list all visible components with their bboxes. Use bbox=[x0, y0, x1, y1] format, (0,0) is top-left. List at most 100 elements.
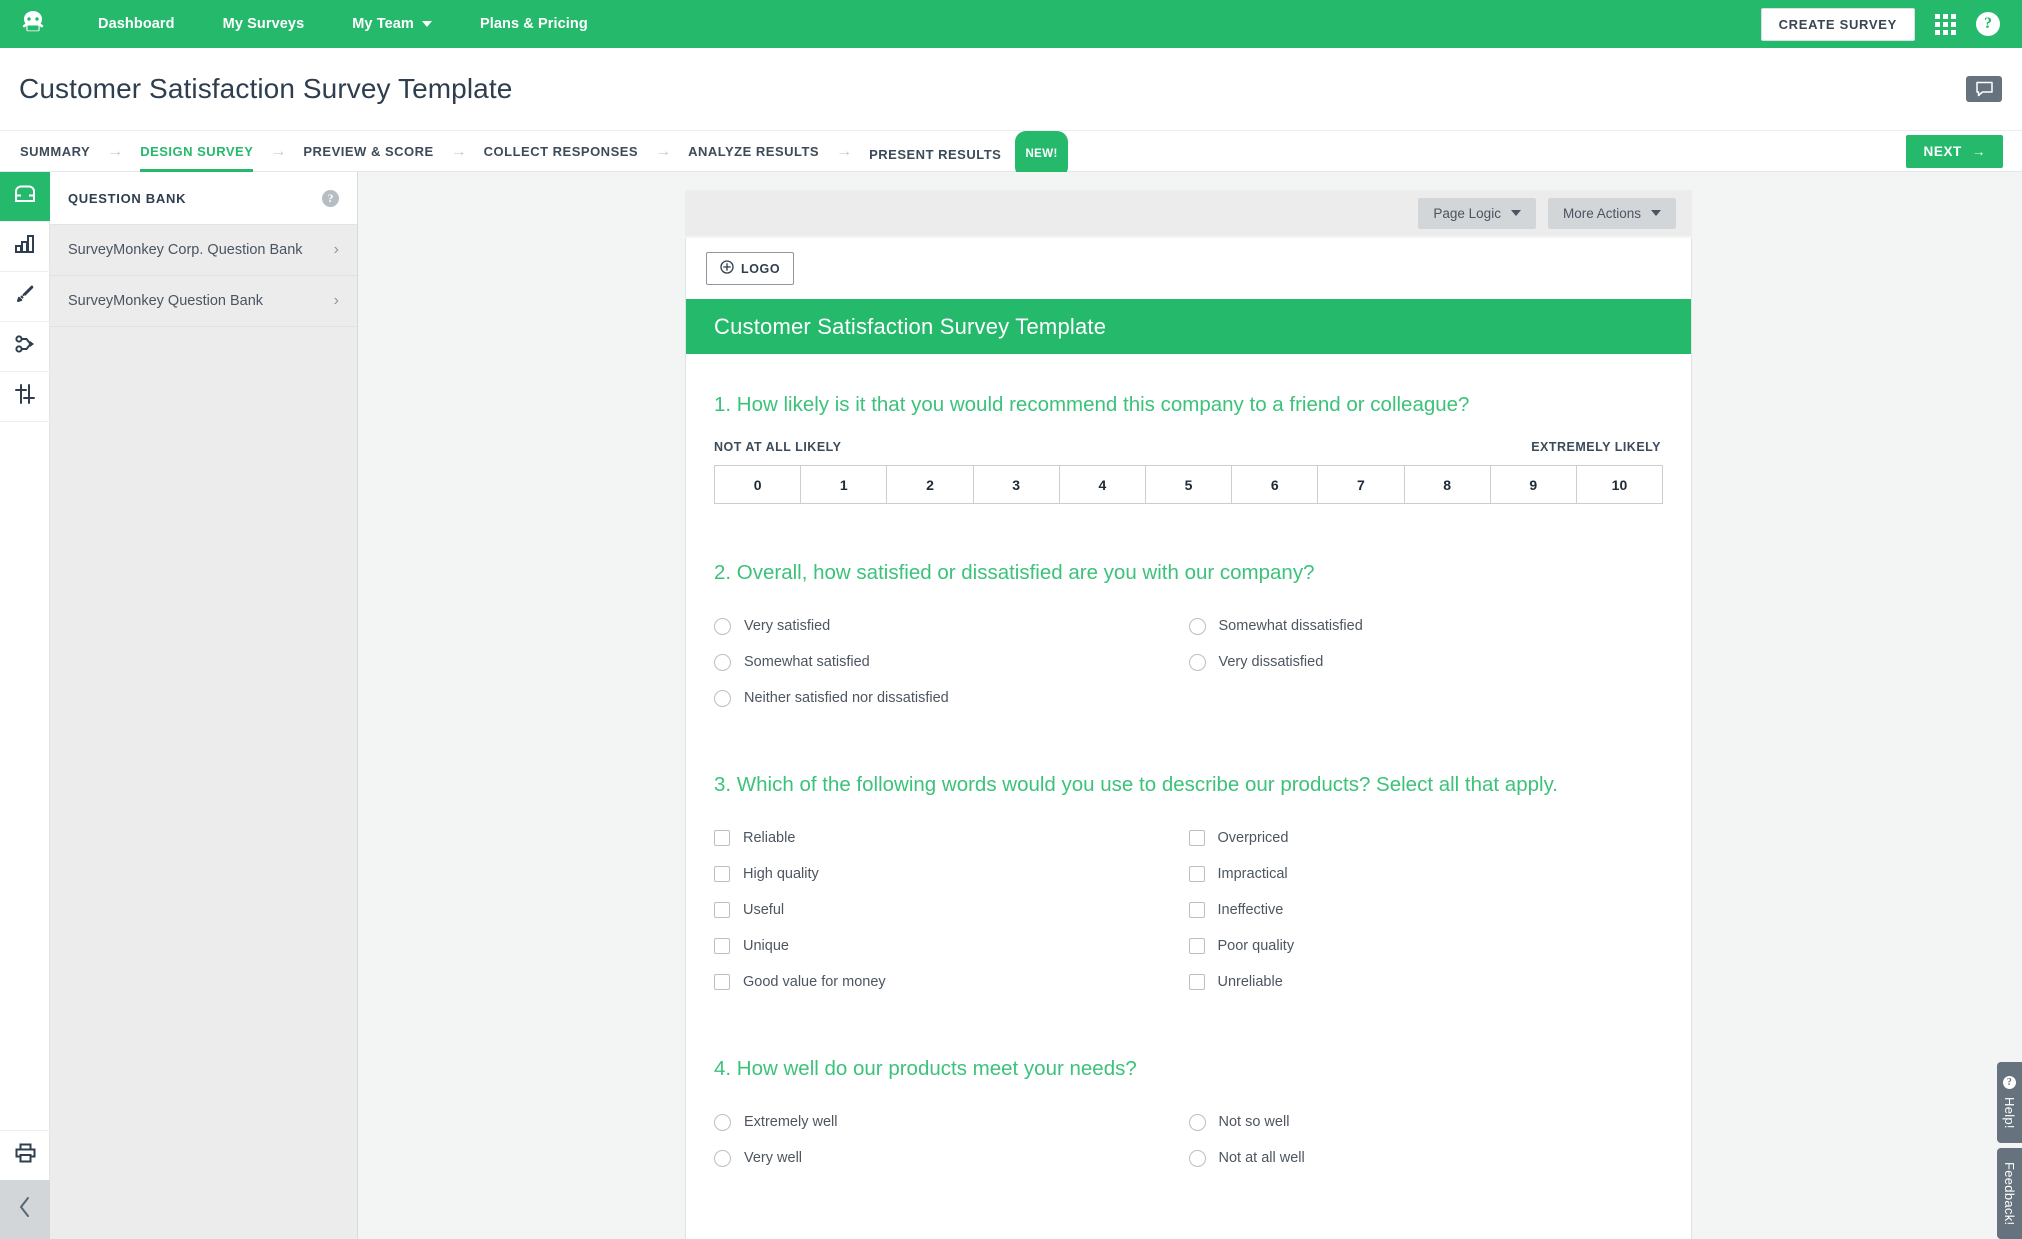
survey-questions-body: 1. How likely is it that you would recom… bbox=[686, 354, 1691, 1176]
rail-item-building-blocks[interactable] bbox=[0, 222, 50, 272]
breadcrumb-arrow-icon: → bbox=[450, 142, 467, 160]
nav-item-plans-pricing-label: Plans & Pricing bbox=[479, 16, 588, 32]
checkbox-option[interactable]: Useful bbox=[714, 892, 1189, 928]
radio-option-label: Neither satisfied nor dissatisfied bbox=[744, 690, 949, 706]
create-survey-button[interactable]: CREATE SURVEY bbox=[1760, 7, 1915, 41]
tab-design-survey[interactable]: DESIGN SURVEY bbox=[140, 131, 254, 172]
checkbox-option[interactable]: Overpriced bbox=[1188, 820, 1664, 856]
rail-item-theme[interactable] bbox=[0, 272, 50, 322]
nps-cell-6[interactable]: 6 bbox=[1232, 466, 1319, 503]
nps-cell-1[interactable]: 1 bbox=[801, 466, 888, 503]
checkbox-option-label: Unreliable bbox=[1217, 974, 1283, 990]
radio-icon bbox=[714, 1149, 731, 1167]
help-side-tab[interactable]: ? Help! bbox=[1997, 1062, 2022, 1143]
collapse-panel-button[interactable] bbox=[0, 1180, 50, 1239]
question-bank-item-sm-label: SurveyMonkey Question Bank bbox=[68, 293, 264, 309]
checkbox-icon bbox=[714, 866, 730, 882]
question-bank-header: QUESTION BANK ? bbox=[50, 172, 357, 225]
radio-option[interactable]: Somewhat satisfied bbox=[714, 644, 1189, 680]
checkbox-option[interactable]: Poor quality bbox=[1188, 928, 1664, 964]
nps-cell-8[interactable]: 8 bbox=[1405, 466, 1491, 503]
tab-collect-responses[interactable]: COLLECT RESPONSES bbox=[484, 131, 638, 172]
checkbox-option-label: High quality bbox=[743, 866, 819, 882]
scale-left-label: NOT AT ALL LIKELY bbox=[714, 440, 842, 454]
more-actions-dropdown[interactable]: More Actions bbox=[1547, 197, 1676, 229]
radio-option[interactable]: Very dissatisfied bbox=[1188, 644, 1664, 680]
nav-item-plans-pricing[interactable]: Plans & Pricing bbox=[456, 0, 612, 48]
status-badge-new: NEW! bbox=[1015, 130, 1068, 178]
rail-item-logic[interactable] bbox=[0, 322, 50, 372]
question-1-title: 1. How likely is it that you would recom… bbox=[714, 393, 1470, 416]
question-bank-item-sm[interactable]: SurveyMonkey Question Bank › bbox=[50, 276, 357, 327]
top-navigation-bar: Dashboard My Surveys My Team Plans & Pri… bbox=[0, 0, 2022, 48]
rail-item-options[interactable] bbox=[0, 372, 50, 422]
checkbox-option[interactable]: Ineffective bbox=[1188, 892, 1664, 928]
nav-item-my-team[interactable]: My Team bbox=[328, 0, 456, 48]
surveymonkey-logo-icon[interactable] bbox=[14, 7, 52, 41]
radio-option[interactable]: Very well bbox=[714, 1140, 1189, 1176]
checkbox-option[interactable]: Reliable bbox=[714, 820, 1189, 856]
grid-apps-icon[interactable] bbox=[1935, 13, 1956, 35]
radio-option[interactable]: Neither satisfied nor dissatisfied bbox=[714, 680, 1189, 716]
checkbox-option-label: Reliable bbox=[743, 830, 796, 846]
radio-option[interactable]: Not so well bbox=[1188, 1104, 1664, 1140]
checkbox-option[interactable]: Unique bbox=[714, 928, 1189, 964]
checkbox-option[interactable]: Impractical bbox=[1188, 856, 1664, 892]
nps-cell-5[interactable]: 5 bbox=[1146, 466, 1233, 503]
question-2-options: Very satisfied Somewhat satisfied Neithe… bbox=[714, 608, 1663, 716]
feedback-side-tab-label: Feedback! bbox=[2002, 1162, 2017, 1226]
nps-cell-4[interactable]: 4 bbox=[1060, 466, 1146, 503]
question-bank-item-corp[interactable]: SurveyMonkey Corp. Question Bank › bbox=[50, 225, 357, 276]
radio-option[interactable]: Very satisfied bbox=[714, 608, 1189, 644]
nps-cell-9[interactable]: 9 bbox=[1491, 466, 1577, 503]
question-bank-title: QUESTION BANK bbox=[68, 190, 187, 206]
checkbox-option-label: Useful bbox=[743, 902, 785, 918]
feedback-side-tab[interactable]: Feedback! bbox=[1997, 1148, 2022, 1239]
checkbox-option[interactable]: High quality bbox=[714, 856, 1189, 892]
checkbox-option[interactable]: Unreliable bbox=[1188, 964, 1664, 1000]
nps-cell-2[interactable]: 2 bbox=[887, 466, 974, 503]
tab-summary[interactable]: SUMMARY bbox=[20, 131, 90, 172]
radio-option-label: Not at all well bbox=[1218, 1150, 1305, 1166]
rail-item-question-bank[interactable] bbox=[0, 172, 50, 222]
tab-analyze-results[interactable]: ANALYZE RESULTS bbox=[688, 131, 819, 172]
radio-option-label: Extremely well bbox=[744, 1114, 838, 1130]
checkbox-icon bbox=[1188, 938, 1205, 954]
survey-banner: Customer Satisfaction Survey Template bbox=[686, 299, 1691, 354]
radio-option-label: Somewhat satisfied bbox=[744, 654, 870, 670]
radio-icon bbox=[1188, 1113, 1206, 1131]
checkbox-icon bbox=[714, 830, 730, 846]
chevron-down-icon bbox=[421, 21, 432, 27]
tab-preview-score[interactable]: PREVIEW & SCORE bbox=[303, 131, 433, 172]
next-button[interactable]: NEXT → bbox=[1906, 134, 2003, 168]
speech-bubble-icon[interactable] bbox=[1966, 76, 2002, 102]
building-blocks-icon bbox=[15, 234, 35, 259]
logo-row: LOGO bbox=[686, 238, 1691, 299]
nps-cell-3[interactable]: 3 bbox=[974, 466, 1060, 503]
question-4: 4. How well do our products meet your ne… bbox=[714, 1052, 1663, 1176]
tab-present-results[interactable]: PRESENT RESULTS NEW! bbox=[869, 130, 1068, 178]
page-logic-dropdown[interactable]: Page Logic bbox=[1418, 197, 1536, 229]
nps-cell-10[interactable]: 10 bbox=[1577, 466, 1662, 503]
rail-item-print[interactable] bbox=[0, 1130, 50, 1180]
nav-item-my-team-label: My Team bbox=[352, 16, 414, 32]
checkbox-icon bbox=[1188, 866, 1205, 882]
radio-option[interactable]: Not at all well bbox=[1188, 1140, 1664, 1176]
radio-option[interactable]: Somewhat dissatisfied bbox=[1188, 608, 1664, 644]
nps-cell-0[interactable]: 0 bbox=[715, 466, 802, 503]
radio-option[interactable]: Extremely well bbox=[714, 1104, 1189, 1140]
question-mark-icon[interactable]: ? bbox=[1976, 12, 2000, 36]
nav-item-my-surveys[interactable]: My Surveys bbox=[199, 0, 329, 48]
breadcrumb-arrow-icon: → bbox=[107, 142, 124, 160]
radio-option-label: Very satisfied bbox=[744, 618, 831, 634]
radio-icon bbox=[1188, 1149, 1206, 1167]
checkbox-option[interactable]: Good value for money bbox=[714, 964, 1189, 1000]
checkbox-icon bbox=[1188, 902, 1205, 918]
add-logo-button[interactable]: LOGO bbox=[706, 252, 795, 285]
nav-item-dashboard[interactable]: Dashboard bbox=[74, 0, 199, 48]
page-title-bar: Customer Satisfaction Survey Template bbox=[0, 48, 2022, 130]
question-mark-icon[interactable]: ? bbox=[322, 189, 339, 207]
breadcrumb-arrow-icon: → bbox=[270, 142, 287, 160]
nps-cell-7[interactable]: 7 bbox=[1318, 466, 1405, 503]
